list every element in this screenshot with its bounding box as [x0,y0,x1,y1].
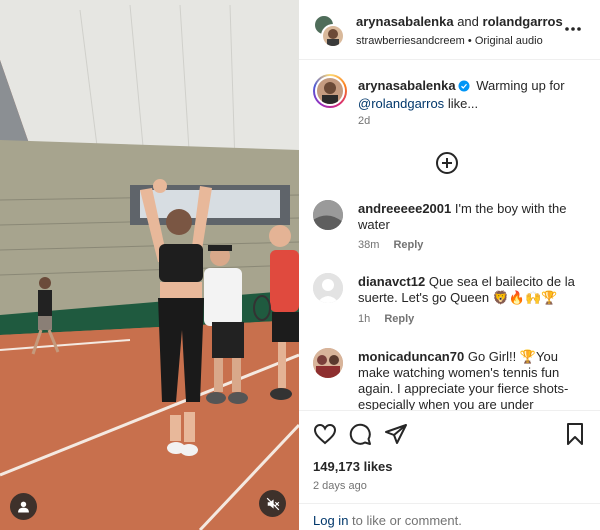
commenter-avatar[interactable] [313,273,343,303]
login-prompt: Log in to like or comment. [299,503,600,530]
like-count[interactable]: 149,173 likes [313,459,393,474]
audio-separator: • [467,35,472,47]
comment-body: andreeeee2001 I'm the boy with the water [358,201,590,233]
collab-avatar[interactable] [321,24,345,48]
comment-username[interactable]: dianavct12 [358,274,425,289]
audio-line: strawberriesandcreem • Original audio [356,35,543,47]
comment-body: dianavct12 Que sea el bailecito de la su… [358,274,590,306]
caption-text-end: like... [447,96,479,111]
commenter-avatar[interactable] [313,348,343,378]
verified-badge-icon [458,80,470,92]
comment-item: monicaduncan70 Go Girl!! 🏆You make watch… [313,348,593,410]
comment-username[interactable]: andreeeee2001 [358,201,451,216]
comment-item: dianavct12 Que sea el bailecito de la su… [313,273,593,329]
caption-username[interactable]: arynasabalenka [358,78,456,93]
comment-item: andreeeee2001 I'm the boy with the water… [313,200,593,252]
mute-icon [266,497,279,510]
comment-time[interactable]: 38m [358,239,379,251]
post-side-panel: arynasabalenka and rolandgarros strawber… [299,0,600,530]
and-text: and [457,14,479,29]
post-media-video[interactable] [0,0,299,530]
mute-button[interactable] [259,490,286,517]
caption-mention[interactable]: @rolandgarros [358,96,444,111]
login-text: Log in to like or comment. [313,513,462,528]
post-author-line: arynasabalenka and rolandgarros [356,14,563,29]
comment-username[interactable]: monicaduncan70 [358,349,464,364]
caption-text: Warming up for [476,78,565,93]
reply-button[interactable]: Reply [393,239,423,251]
user-tag-button[interactable] [10,493,37,520]
comment-body: monicaduncan70 Go Girl!! 🏆You make watch… [358,349,590,410]
commenter-avatar[interactable] [313,200,343,230]
collab-username[interactable]: rolandgarros [483,14,563,29]
share-icon[interactable] [384,422,408,446]
comment-time[interactable]: 1h [358,313,370,325]
post-date[interactable]: 2 days ago [313,480,367,492]
caption-timestamp[interactable]: 2d [358,115,370,127]
user-tag-icon [18,501,29,513]
caption-avatar[interactable] [313,74,347,108]
video-frame-tennis-court [0,0,299,530]
author-username[interactable]: arynasabalenka [356,14,454,29]
collab-avatars[interactable] [313,14,345,48]
comment-meta: 38m Reply [358,239,423,251]
login-link[interactable]: Log in [313,513,348,528]
post-header: arynasabalenka and rolandgarros strawber… [299,0,600,60]
audio-label[interactable]: Original audio [475,35,543,47]
post-caption: arynasabalenka Warming up for @rolandgar… [358,77,590,113]
login-suffix: to like or comment. [352,513,462,528]
audio-user[interactable]: strawberriesandcreem [356,35,465,47]
more-options-icon[interactable] [563,22,583,36]
heart-icon[interactable] [313,422,337,446]
post-actions-section: 149,173 likes 2 days ago Log in to like … [299,410,600,530]
comments-scroll-area[interactable]: arynasabalenka Warming up for @rolandgar… [299,61,600,410]
bookmark-icon[interactable] [563,422,587,446]
reply-button[interactable]: Reply [384,313,414,325]
comment-icon[interactable] [348,422,372,446]
comment-meta: 1h Reply [358,313,414,325]
add-comment-icon[interactable] [435,151,459,175]
